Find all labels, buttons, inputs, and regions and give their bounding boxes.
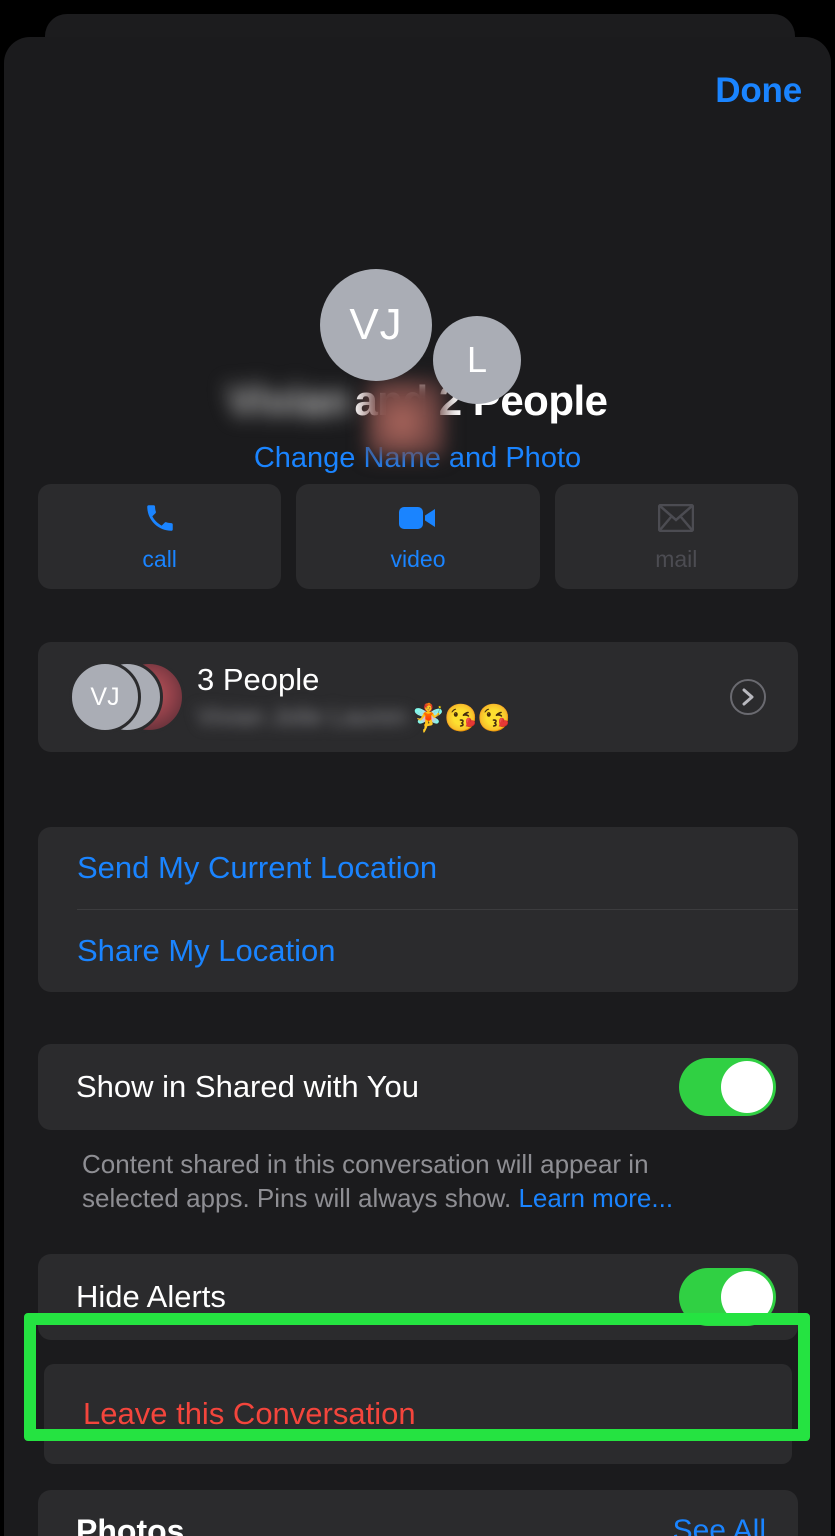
photos-title: Photos [76,1512,185,1536]
photos-see-all-link[interactable]: See All [673,1514,766,1536]
avatar-primary: VJ [320,269,432,381]
people-card: VJ 3 People Vivian Jolie Lauren 🧚😘😘 [38,642,798,752]
details-sheet: Done VJ L Vivianand 2 People Change Name… [4,37,831,1536]
screen: Done VJ L Vivianand 2 People Change Name… [0,0,835,1536]
mail-button-label: mail [655,545,698,572]
shared-with-you-card: Show in Shared with You [38,1044,798,1130]
chevron-right-icon[interactable] [730,679,766,715]
navigation-bar: Done [4,37,831,141]
shared-with-you-toggle[interactable] [679,1058,776,1116]
call-button[interactable]: call [38,484,282,589]
shared-with-you-label: Show in Shared with You [76,1069,419,1104]
shared-with-you-row: Show in Shared with You [38,1044,798,1130]
video-camera-icon [398,501,437,535]
avatar-cluster: VJ L [4,141,831,457]
avatar-stack: VJ [69,661,187,733]
phone-icon [143,501,177,535]
people-names-emoji: 🧚😘😘 [411,702,511,733]
action-button-row: call video mail [38,484,798,589]
shared-with-you-footnote: Content shared in this conversation will… [82,1147,722,1216]
stack-avatar-1: VJ [69,661,141,733]
conversation-name-blurred: Vivian [227,377,351,424]
send-current-location-button[interactable]: Send My Current Location [38,827,798,909]
done-button[interactable]: Done [715,71,802,111]
video-button-label: video [390,545,446,572]
people-names-blurred: Vivian Jolie Lauren [197,703,408,731]
avatar-photo-blurred [367,379,445,457]
people-count-label: 3 People [197,661,320,697]
hide-alerts-label: Hide Alerts [76,1279,226,1314]
people-text: 3 People Vivian Jolie Lauren 🧚😘😘 [197,662,730,733]
share-my-location-button[interactable]: Share My Location [38,910,798,992]
photos-card: Photos See All [38,1490,798,1536]
toggle-knob [721,1061,773,1113]
avatar-secondary: L [433,316,521,404]
people-row[interactable]: VJ 3 People Vivian Jolie Lauren 🧚😘😘 [38,642,798,752]
highlight-annotation-box [24,1313,810,1441]
location-card: Send My Current Location Share My Locati… [38,827,798,992]
video-button[interactable]: video [296,484,540,589]
envelope-icon [658,501,695,535]
mail-button: mail [554,484,798,589]
photos-header-row: Photos See All [38,1490,798,1536]
learn-more-link[interactable]: Learn more... [518,1183,673,1213]
people-names-row: Vivian Jolie Lauren 🧚😘😘 [197,703,730,733]
call-button-label: call [142,545,177,572]
